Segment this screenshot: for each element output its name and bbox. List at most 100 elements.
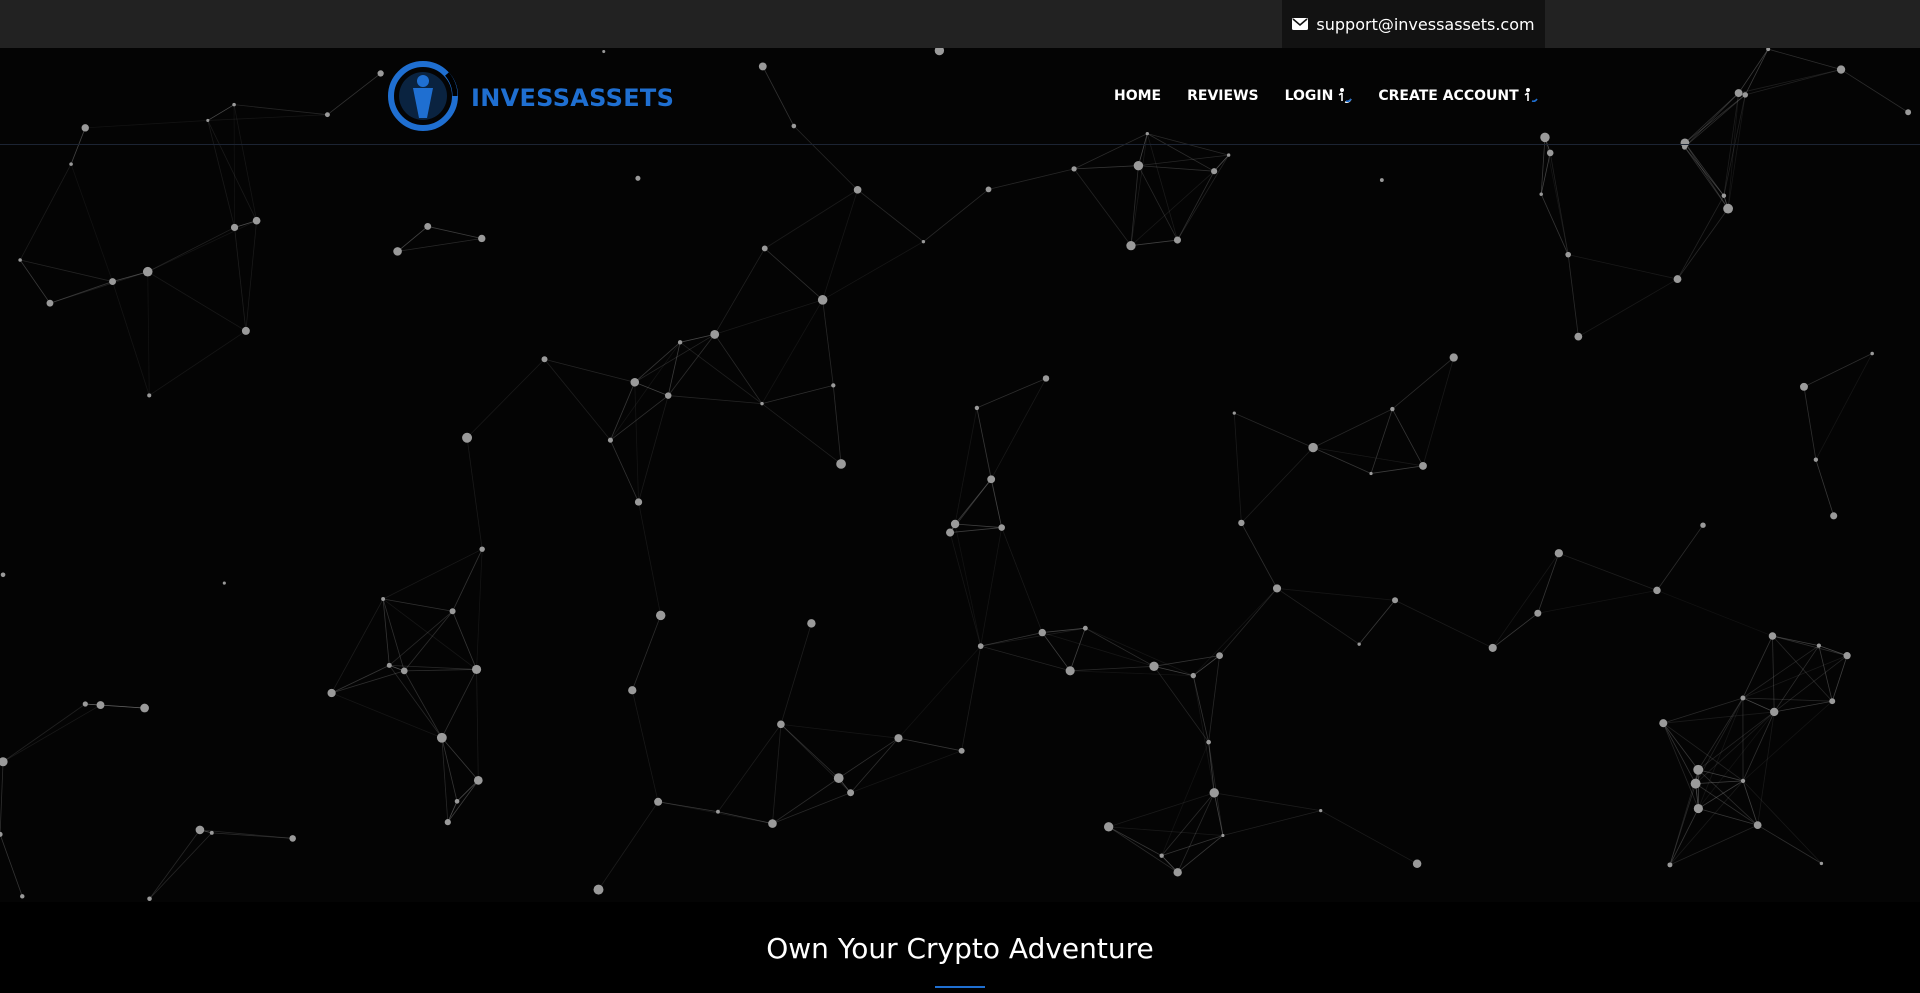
network-node [817,295,828,305]
network-node [1211,168,1218,175]
network-node [1770,707,1779,717]
network-node [1082,625,1088,631]
network-node [140,703,149,713]
network-node [1534,609,1542,617]
network-node [1843,652,1851,660]
network-node [716,809,720,814]
nav-login-label: LOGIN [1284,88,1334,104]
network-node [1816,643,1821,648]
network-node [18,258,22,262]
headline-underline [935,986,985,988]
nav-login[interactable]: LOGIN [1285,86,1353,106]
network-node [1690,778,1701,789]
network-node [654,797,663,806]
network-node [147,393,152,398]
site-logo[interactable]: INVESSASSETS [385,60,674,136]
network-node [1905,109,1912,116]
network-node [1768,632,1777,640]
network-node [934,48,945,56]
network-node [710,329,720,339]
network-node [1308,442,1318,453]
hero-headline: Own Your Crypto Adventure [766,932,1154,965]
network-node [974,405,980,411]
network-node [1159,853,1164,858]
network-node [1723,203,1733,214]
network-node [478,234,486,243]
network-node [69,162,73,166]
network-node [0,572,6,578]
network-node [607,437,613,443]
network-node [252,216,261,225]
network-node [987,475,996,484]
network-node [1681,144,1688,150]
network-node [471,664,482,675]
network-node [1742,92,1749,98]
support-email-link[interactable]: support@invessassets.com [1282,0,1545,48]
network-node [1813,457,1819,462]
network-node [209,830,214,835]
network-node [0,757,8,767]
network-node [1554,549,1563,558]
logo-text: INVESSASSETS [471,84,675,112]
network-node [1829,698,1836,705]
network-node [602,50,606,54]
network-node [1221,833,1225,838]
network-node [977,643,984,649]
network-node [1042,375,1050,382]
network-node [462,432,473,443]
support-email-text: support@invessassets.com [1316,14,1535,34]
network-node [1038,628,1046,637]
network-node [289,835,296,842]
network-node [1133,160,1144,171]
network-node [1319,809,1323,813]
network-node [142,266,153,277]
network-node [1173,236,1182,244]
network-node [836,459,846,469]
envelope-icon [1292,18,1309,30]
network-node [46,299,54,307]
network-node [454,798,460,804]
network-node [1419,462,1427,470]
nav-create-account-label: CREATE ACCOUNT [1378,88,1519,104]
main-nav: HOME REVIEWS LOGIN CREATE ACCOUNT [1114,86,1538,106]
network-node [833,773,844,783]
network-node [958,747,965,754]
network-node [1546,149,1554,157]
nav-home[interactable]: HOME [1114,86,1161,106]
network-node [436,732,447,743]
network-node [1693,803,1703,814]
network-node [1700,522,1706,528]
network-node [386,662,392,668]
network-node [1232,411,1236,415]
network-node [1659,719,1668,728]
network-node [20,894,25,899]
spinner-icon [1522,86,1538,106]
network-node [230,223,239,232]
network-node [985,186,992,193]
nav-home-label: HOME [1114,88,1162,104]
network-node [950,519,960,529]
network-node [1721,193,1727,198]
network-node [1800,382,1808,391]
network-node [0,831,3,837]
network-node [1673,275,1682,283]
network-node [593,884,604,895]
particle-network [0,48,1912,902]
nav-create-account[interactable]: CREATE ACCOUNT [1378,86,1538,106]
network-node [1226,153,1231,157]
network-node [1369,471,1373,476]
network-node [777,720,785,729]
network-node [677,340,683,345]
network-node [1209,788,1219,798]
network-node [1379,178,1384,182]
network-node [1392,597,1399,604]
nav-reviews[interactable]: REVIEWS [1187,86,1258,106]
network-node [1126,241,1136,251]
network-node [1836,65,1846,74]
network-node [1574,332,1583,341]
network-node [1206,739,1211,745]
network-node [400,667,408,675]
network-node [1667,862,1673,868]
network-node [241,326,250,335]
person-circle-logo-icon [385,60,465,136]
